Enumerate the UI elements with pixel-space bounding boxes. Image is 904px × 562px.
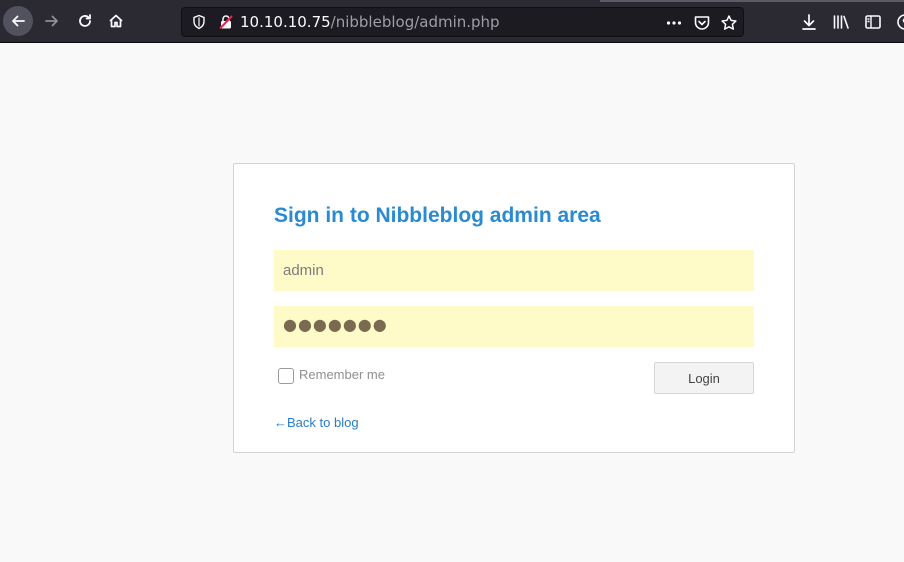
remember-me-checkbox[interactable] bbox=[278, 368, 294, 384]
remember-me-label[interactable]: Remember me bbox=[299, 367, 385, 382]
back-button[interactable] bbox=[3, 6, 33, 36]
reload-icon bbox=[79, 14, 91, 27]
url-path: /nibbleblog/admin.php bbox=[330, 13, 500, 31]
sidebar-icon[interactable] bbox=[864, 13, 882, 31]
forward-arrow-icon bbox=[45, 15, 58, 27]
tab-strip-edge bbox=[600, 0, 904, 2]
username-field[interactable] bbox=[274, 250, 754, 291]
url-bar[interactable]: 10.10.10.75/nibbleblog/admin.php bbox=[181, 7, 744, 37]
home-button[interactable] bbox=[101, 6, 131, 36]
url-text[interactable]: 10.10.10.75/nibbleblog/admin.php bbox=[240, 13, 500, 31]
insecure-lock-icon[interactable] bbox=[218, 14, 234, 30]
browser-toolbar: 10.10.10.75/nibbleblog/admin.php bbox=[0, 0, 904, 43]
download-icon[interactable] bbox=[800, 13, 818, 31]
login-button[interactable]: Login bbox=[654, 362, 754, 394]
back-arrow-icon bbox=[12, 15, 25, 27]
login-card: Sign in to Nibbleblog admin area ●●●●●●●… bbox=[233, 163, 795, 453]
url-host: 10.10.10.75 bbox=[240, 13, 331, 31]
library-icon[interactable] bbox=[832, 13, 850, 31]
account-icon[interactable] bbox=[896, 13, 904, 31]
reload-button[interactable] bbox=[70, 6, 100, 36]
page-title: Sign in to Nibbleblog admin area bbox=[274, 204, 601, 227]
back-to-blog-link[interactable]: ←Back to blog bbox=[274, 415, 359, 430]
tracking-shield-icon[interactable] bbox=[191, 14, 207, 30]
password-field[interactable] bbox=[274, 306, 754, 347]
home-icon bbox=[109, 14, 123, 28]
pocket-icon[interactable] bbox=[693, 14, 711, 32]
page-actions-icon[interactable] bbox=[665, 14, 683, 32]
forward-button[interactable] bbox=[37, 6, 67, 36]
star-icon[interactable] bbox=[720, 14, 738, 32]
